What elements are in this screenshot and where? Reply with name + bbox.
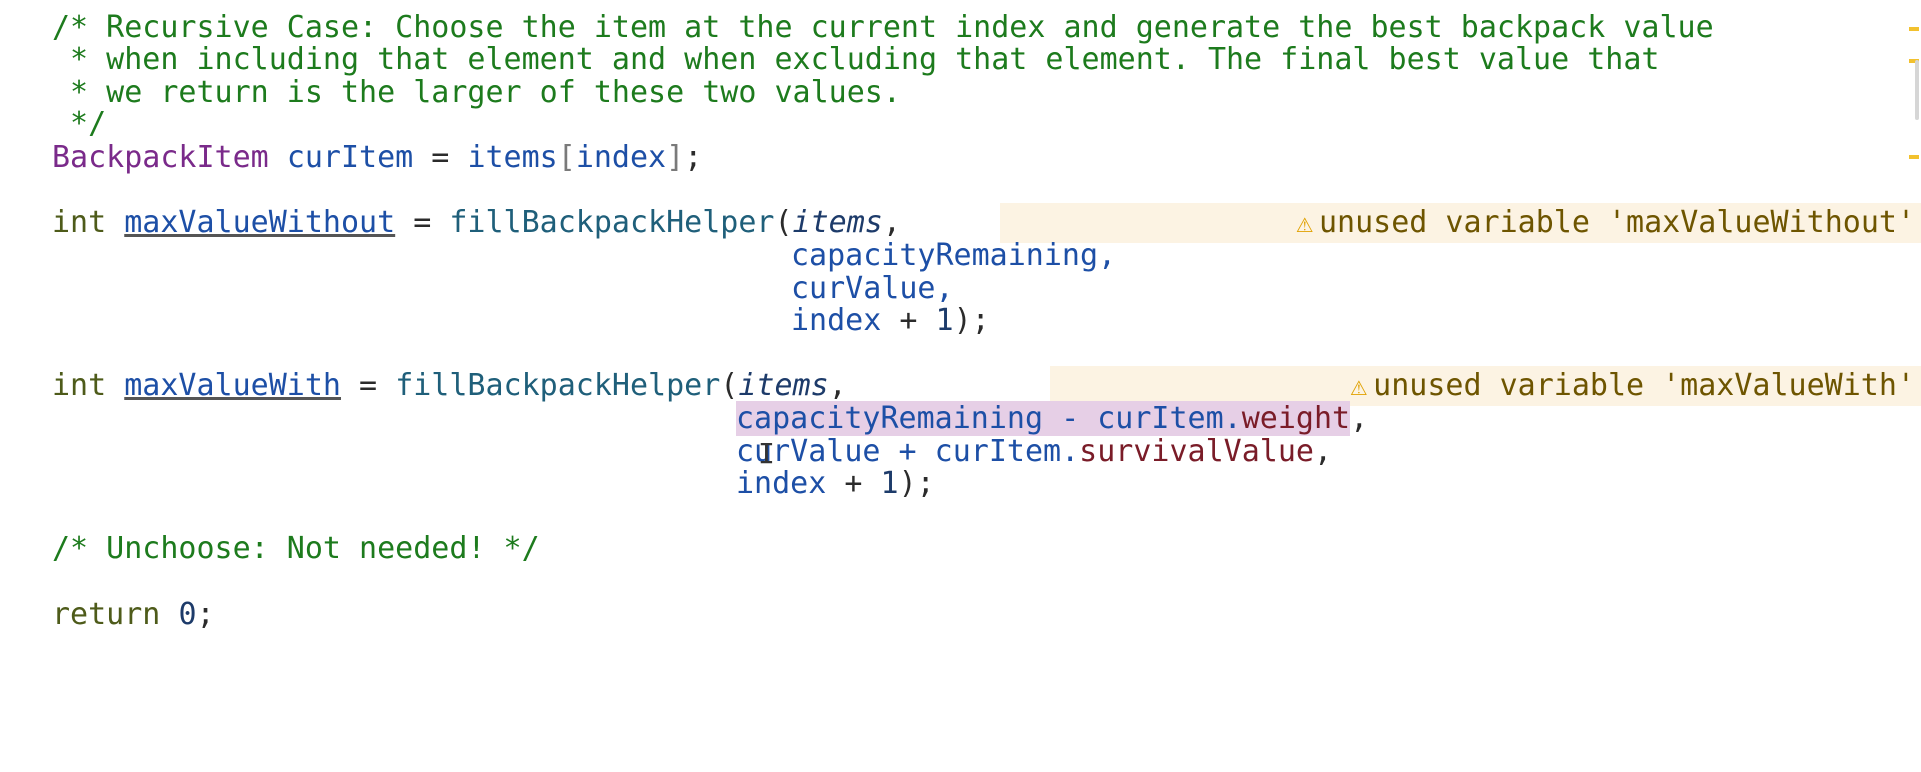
argument: index + 1); [736,464,935,504]
index-var[interactable]: index [791,303,881,338]
code-editor[interactable]: /* Recursive Case: Choose the item at th… [0,0,1921,772]
semicolon: ; [196,597,215,632]
comment-text: /* Unchoose: Not needed! */ [52,531,540,566]
comma: , [828,368,847,403]
operator: = [341,368,396,403]
semicolon: ; [684,140,703,175]
code-line: index + 1); [0,464,1921,504]
number-literal: 0 [178,597,197,632]
code-line: index + 1); [0,301,1921,341]
selected-text[interactable]: capacityRemaining - curItem.weight [736,401,1351,436]
keyword: int [52,205,107,240]
keyword: return [52,597,161,632]
operator: = [413,140,468,175]
field-name: weight [1241,401,1351,436]
paren: ); [898,466,935,501]
operator: + [826,466,881,501]
unused-variable[interactable]: maxValueWith [124,368,341,403]
return-statement: return 0; [52,595,215,635]
function-name[interactable]: fillBackpackHelper [395,368,720,403]
selected-expression: capacityRemaining - curItem. [736,401,1242,436]
curitem-statement: BackpackItem curItem = items[index]; [52,138,702,178]
variable-name[interactable]: curItem [287,140,413,175]
code-line: /* Unchoose: Not needed! */ [0,529,1921,569]
paren: ( [720,368,739,403]
type-name: BackpackItem [52,140,269,175]
argument: index + 1); [791,301,990,341]
operator: = [395,205,450,240]
warning-text: unused variable 'maxValueWithout' [1318,205,1915,240]
index-var[interactable]: index [736,466,826,501]
number-literal: 1 [935,303,954,338]
code-line: BackpackItem curItem = items[index]; [0,138,1921,178]
warning-triangle-icon: ⚠ [1296,206,1313,239]
comma: , [1350,401,1369,436]
warning-triangle-icon: ⚠ [1350,369,1368,402]
index-var[interactable]: index [576,140,666,175]
argument[interactable]: items [793,205,883,240]
number-literal: 1 [880,466,899,501]
keyword: int [52,368,107,403]
unused-variable[interactable]: maxValueWithout [124,205,395,240]
operator: + [881,303,936,338]
function-name[interactable]: fillBackpackHelper [449,205,774,240]
warning-text: unused variable 'maxValueWith' [1373,368,1915,403]
bracket: ] [666,140,685,175]
argument[interactable]: items [738,368,828,403]
array-name[interactable]: items [467,140,557,175]
comma: , [882,205,901,240]
code-line: return 0; [0,595,1921,635]
paren: ( [774,205,793,240]
bracket: [ [557,140,576,175]
paren: ); [953,303,990,338]
